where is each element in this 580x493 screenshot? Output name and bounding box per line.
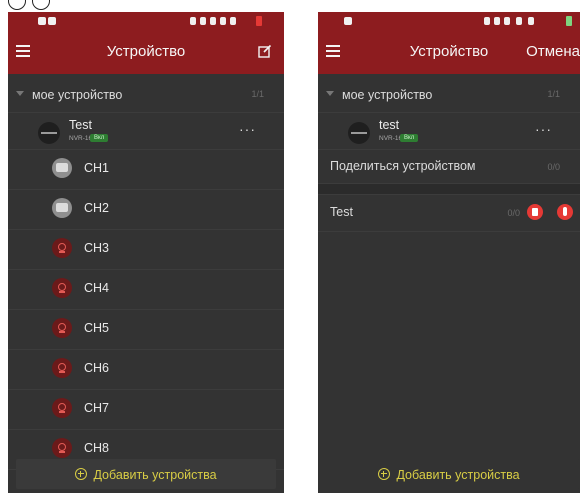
camera-icon bbox=[52, 238, 72, 258]
channel-row[interactable]: CH2 bbox=[8, 190, 284, 230]
status-icon bbox=[484, 17, 490, 25]
more-options-button[interactable]: ··· bbox=[535, 121, 552, 137]
camera-preview-thumbnail bbox=[52, 158, 72, 178]
group-count: 1/1 bbox=[547, 89, 560, 99]
device-avatar-icon bbox=[348, 122, 370, 144]
trash-icon[interactable] bbox=[527, 204, 543, 220]
wifi-icon bbox=[220, 17, 226, 25]
section-divider bbox=[318, 184, 580, 195]
page-title: Устройство bbox=[106, 43, 186, 60]
channel-label: CH3 bbox=[84, 241, 110, 255]
camera-icon bbox=[52, 438, 72, 458]
add-device-label: Добавить устройства bbox=[396, 468, 520, 482]
status-bar bbox=[318, 12, 580, 30]
app-bar: Устройство bbox=[8, 30, 284, 74]
shared-device-label: Test bbox=[330, 205, 353, 219]
device-group-row[interactable]: мое устройство 1/1 bbox=[318, 78, 580, 113]
channel-label: CH7 bbox=[84, 401, 110, 415]
shared-device-row[interactable]: Test 0/0 bbox=[318, 195, 580, 232]
device-row[interactable]: Test NVR-16 Вкл ··· bbox=[8, 113, 284, 150]
camera-icon bbox=[52, 278, 72, 298]
signal-icon bbox=[528, 17, 534, 25]
device-name: Test bbox=[69, 118, 92, 132]
app-bar: Устройство Отмена bbox=[318, 30, 580, 74]
device-group-row[interactable]: мое устройство 1/1 bbox=[8, 78, 284, 113]
circle-icon bbox=[8, 0, 26, 10]
device-list: мое устройство 1/1 Test NVR-16 Вкл ··· C… bbox=[8, 78, 284, 470]
expand-triangle-icon[interactable] bbox=[16, 91, 24, 96]
camera-preview-thumbnail bbox=[52, 198, 72, 218]
camera-icon bbox=[52, 398, 72, 418]
device-model: NVR-16 bbox=[69, 135, 93, 142]
shared-device-count: 0/0 bbox=[507, 208, 520, 218]
device-avatar-icon bbox=[38, 122, 60, 144]
channel-label: CH8 bbox=[84, 441, 110, 455]
notification-icon bbox=[38, 17, 46, 25]
status-badge: Вкл bbox=[90, 134, 109, 142]
battery-icon bbox=[566, 16, 572, 26]
group-label: мое устройство bbox=[342, 88, 433, 102]
expand-triangle-icon[interactable] bbox=[326, 91, 334, 96]
channel-label: CH5 bbox=[84, 321, 110, 335]
add-circle-icon bbox=[378, 468, 391, 480]
channel-label: CH2 bbox=[84, 201, 110, 215]
channel-label: CH6 bbox=[84, 361, 110, 375]
left-phone-screen: Устройство мое устройство 1/1 Test NVR-1… bbox=[8, 12, 284, 493]
wifi-icon bbox=[516, 17, 522, 25]
group-count: 1/1 bbox=[251, 89, 264, 99]
channel-row[interactable]: CH3 bbox=[8, 230, 284, 270]
channel-label: CH1 bbox=[84, 161, 110, 175]
circle-icon bbox=[32, 0, 50, 10]
share-device-row[interactable]: Поделиться устройством 0/0 bbox=[318, 150, 580, 184]
more-options-button[interactable]: ··· bbox=[239, 121, 256, 137]
notification-icon bbox=[48, 17, 56, 25]
add-circle-icon bbox=[75, 468, 88, 480]
device-model: NVR-16 bbox=[379, 135, 403, 142]
status-bar bbox=[8, 12, 284, 30]
add-device-button[interactable]: Добавить устройства bbox=[16, 459, 276, 489]
channel-row[interactable]: CH4 bbox=[8, 270, 284, 310]
channel-row[interactable]: CH5 bbox=[8, 310, 284, 350]
status-icon bbox=[494, 17, 500, 25]
channel-row[interactable]: CH7 bbox=[8, 390, 284, 430]
status-icon bbox=[200, 17, 206, 25]
device-row[interactable]: test NVR-16 Вкл ··· bbox=[318, 113, 580, 150]
notification-icon bbox=[344, 17, 352, 25]
channel-row[interactable]: CH1 bbox=[8, 150, 284, 190]
status-badge: Вкл bbox=[400, 134, 419, 142]
signal-icon bbox=[230, 17, 236, 25]
channel-label: CH4 bbox=[84, 281, 110, 295]
device-name: test bbox=[379, 118, 400, 132]
add-device-button[interactable]: Добавить устройства bbox=[318, 459, 580, 489]
group-label: мое устройство bbox=[32, 88, 123, 102]
camera-icon bbox=[52, 358, 72, 378]
right-phone-screen: Устройство Отмена мое устройство 1/1 tes… bbox=[318, 12, 580, 493]
edit-icon[interactable] bbox=[258, 44, 272, 58]
channel-row[interactable]: CH6 bbox=[8, 350, 284, 390]
device-list: мое устройство 1/1 test NVR-16 Вкл ··· П… bbox=[318, 78, 580, 232]
status-icon bbox=[190, 17, 196, 25]
cancel-button[interactable]: Отмена bbox=[526, 43, 580, 60]
microphone-icon[interactable] bbox=[557, 204, 573, 220]
battery-icon bbox=[256, 16, 262, 26]
status-icon bbox=[504, 17, 510, 25]
add-device-label: Добавить устройства bbox=[93, 468, 217, 482]
share-device-label: Поделиться устройством bbox=[330, 159, 476, 173]
camera-icon bbox=[52, 318, 72, 338]
status-icon bbox=[210, 17, 216, 25]
share-count: 0/0 bbox=[547, 162, 560, 172]
